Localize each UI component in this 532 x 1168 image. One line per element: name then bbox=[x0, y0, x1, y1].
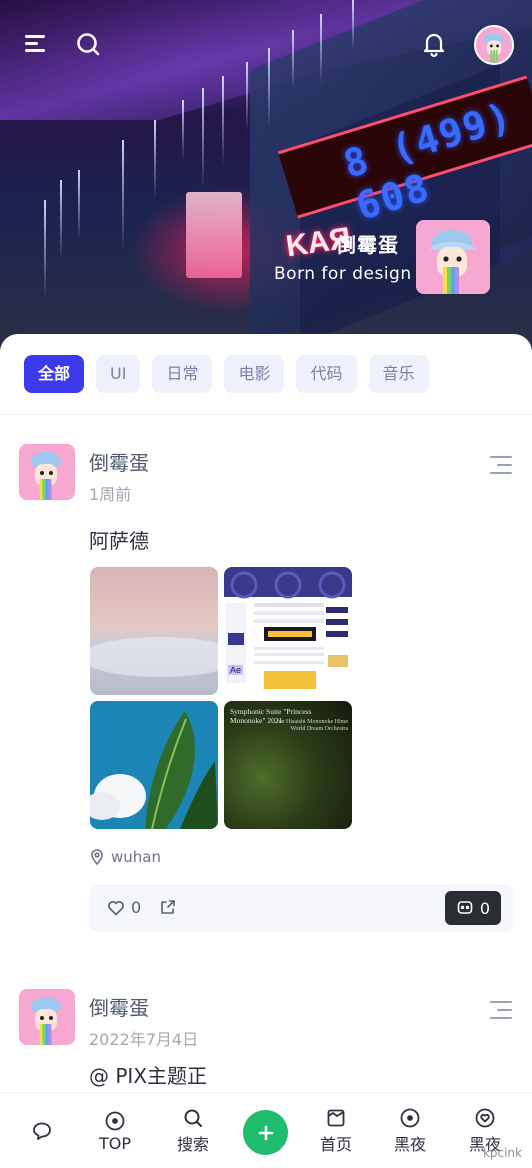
hero-icicle bbox=[78, 170, 80, 240]
hero-icicle bbox=[122, 140, 124, 250]
profile-avatar[interactable] bbox=[416, 220, 490, 294]
post-time: 1周前 bbox=[89, 485, 132, 504]
bell-icon[interactable] bbox=[420, 30, 448, 58]
post-author-avatar[interactable] bbox=[19, 989, 75, 1045]
post-image[interactable]: Symphonic Suite "Princess Mononoke" 2021… bbox=[224, 701, 352, 829]
nav-night-label: 黑夜 bbox=[393, 1135, 426, 1154]
hero-icicle bbox=[222, 76, 224, 166]
nav-home[interactable]: 首页 bbox=[298, 1093, 374, 1168]
avatar-illustration-icon bbox=[19, 989, 75, 1045]
profile-tagline: Born for design bbox=[274, 264, 412, 284]
like-count: 0 bbox=[131, 898, 142, 917]
post-menu-icon[interactable] bbox=[490, 1001, 512, 1021]
nav-top-label: TOP bbox=[98, 1133, 131, 1153]
avatar-illustration-icon bbox=[416, 220, 490, 294]
chat-bubble-icon bbox=[33, 1122, 51, 1140]
post-title[interactable]: 阿萨德 bbox=[89, 525, 149, 554]
nav-chat[interactable] bbox=[4, 1093, 80, 1168]
avatar-illustration-icon bbox=[476, 27, 512, 63]
post-author-name[interactable]: 倒霉蛋 bbox=[89, 447, 149, 476]
nav-top[interactable]: TOP bbox=[77, 1093, 153, 1168]
post-location[interactable]: wuhan bbox=[89, 848, 161, 866]
hero-banner: 8 (499) 608 KAЯ 倒霉蛋 Born for design bbox=[0, 0, 532, 350]
nav-search[interactable]: 搜索 bbox=[155, 1093, 231, 1168]
post-time: 2022年7月4日 bbox=[89, 1030, 199, 1049]
hero-icicle bbox=[292, 30, 294, 90]
profile-name: 倒霉蛋 bbox=[336, 233, 399, 257]
comment-button[interactable]: 0 bbox=[445, 891, 501, 925]
moss-image-subtitle: Joe Hisaishi Mononoke Hime World Dream O… bbox=[276, 719, 349, 732]
hero-icicle bbox=[246, 62, 248, 132]
plus-icon bbox=[258, 1125, 273, 1140]
post-menu-icon[interactable] bbox=[490, 456, 512, 476]
search-icon[interactable] bbox=[74, 30, 102, 58]
watermark: kpcink bbox=[482, 1146, 522, 1160]
menu-icon[interactable] bbox=[22, 30, 50, 58]
hero-icicle bbox=[352, 0, 354, 50]
heart-icon bbox=[108, 900, 124, 915]
like-button[interactable]: 0 bbox=[107, 898, 141, 917]
post-card: 倒霉蛋 1周前 阿萨德 Ae Symphonic Suite "Princess… bbox=[0, 334, 532, 954]
comment-count: 0 bbox=[479, 898, 491, 918]
location-pin-icon bbox=[91, 849, 103, 865]
leaf-photo-icon bbox=[90, 701, 218, 829]
nav-night[interactable]: 黑夜 bbox=[372, 1093, 448, 1168]
hero-air-conditioner bbox=[186, 192, 242, 278]
add-post-button[interactable] bbox=[243, 1110, 288, 1155]
post-card: 倒霉蛋 2022年7月4日 @ PIX主题正 bbox=[0, 954, 532, 1094]
post-image[interactable] bbox=[90, 567, 218, 695]
post-action-bar: 0 0 bbox=[89, 884, 513, 932]
post-title[interactable]: @ PIX主题正 bbox=[89, 1060, 207, 1089]
gallery-icon bbox=[327, 1109, 345, 1127]
avatar-illustration-icon bbox=[19, 444, 75, 500]
screen-badge: Ae bbox=[228, 665, 244, 675]
heart-circle-icon bbox=[475, 1108, 495, 1128]
nav-search-label: 搜索 bbox=[176, 1135, 209, 1154]
share-icon[interactable] bbox=[159, 898, 177, 916]
bottom-nav: TOP 搜索 首页 黑夜 黑夜 bbox=[0, 1092, 532, 1168]
post-image[interactable]: Ae bbox=[224, 567, 352, 695]
post-image[interactable] bbox=[90, 701, 218, 829]
nav-home-label: 首页 bbox=[319, 1135, 352, 1154]
post-image-grid: Ae Symphonic Suite "Princess Mononoke" 2… bbox=[90, 567, 352, 829]
hero-icicle bbox=[182, 100, 184, 160]
post-author-name[interactable]: 倒霉蛋 bbox=[89, 992, 149, 1021]
search-icon bbox=[184, 1109, 202, 1127]
comment-icon bbox=[457, 901, 473, 914]
hero-icicle bbox=[202, 88, 204, 188]
compass-icon bbox=[400, 1108, 420, 1128]
avatar[interactable] bbox=[474, 25, 514, 65]
post-location-text: wuhan bbox=[111, 848, 161, 866]
hero-icicle bbox=[268, 48, 270, 128]
hero-icicle bbox=[60, 180, 62, 260]
post-author-avatar[interactable] bbox=[19, 444, 75, 500]
hero-icicle bbox=[44, 200, 46, 300]
compass-icon bbox=[105, 1111, 125, 1130]
hero-icicle bbox=[154, 120, 156, 200]
hero-icicle bbox=[320, 14, 322, 84]
screenshot-thumbnail-icon bbox=[224, 567, 352, 695]
